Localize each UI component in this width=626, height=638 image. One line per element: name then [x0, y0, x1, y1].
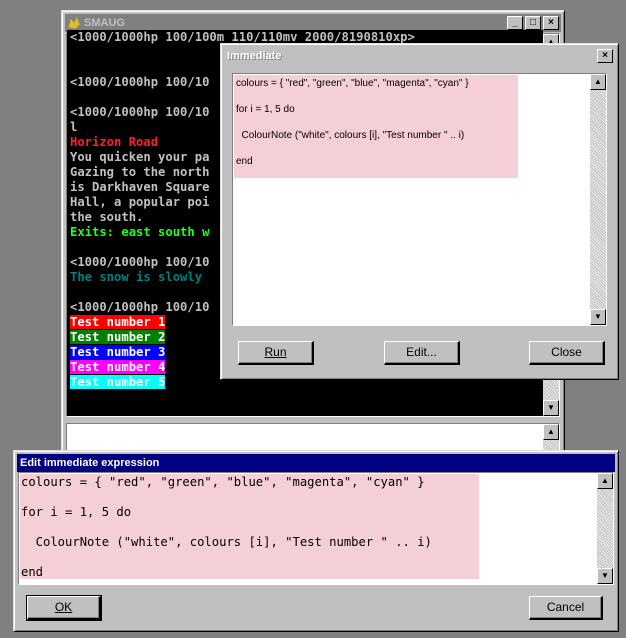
- test-number-text: Test number 5: [70, 375, 166, 389]
- code-line: colours = { "red", "green", "blue", "mag…: [21, 475, 425, 489]
- code-line: ColourNote ("white", colours [i], "Test …: [21, 535, 432, 549]
- edit-button[interactable]: Edit...: [384, 341, 460, 365]
- scroll-up-icon[interactable]: ▲: [590, 74, 606, 90]
- immediate-code: colours = { "red", "green", "blue", "mag…: [236, 77, 469, 181]
- close-button[interactable]: ×: [543, 16, 559, 30]
- edit-dialog-title: Edit immediate expression: [20, 457, 160, 469]
- test-number-text: Test number 4: [70, 360, 166, 374]
- cancel-button[interactable]: Cancel: [529, 596, 603, 620]
- scroll-down-icon[interactable]: ▼: [597, 568, 613, 584]
- code-line: end: [21, 565, 44, 579]
- minimize-button[interactable]: _: [507, 16, 523, 30]
- close-button[interactable]: ×: [597, 49, 613, 63]
- code-line: colours = { "red", "green", "blue", "mag…: [236, 78, 469, 89]
- command-input[interactable]: ▲: [66, 423, 560, 451]
- edit-dialog-titlebar[interactable]: Edit immediate expression: [17, 454, 615, 472]
- code-line: for i = 1, 5 do: [236, 104, 295, 115]
- run-button[interactable]: Run: [238, 341, 314, 365]
- immediate-titlebar[interactable]: Immediate ×: [224, 47, 615, 65]
- scroll-up-icon[interactable]: ▲: [597, 473, 613, 489]
- command-input-scrollbar[interactable]: ▲: [543, 424, 559, 450]
- dragon-icon: [68, 17, 80, 29]
- immediate-title: Immediate: [227, 50, 282, 62]
- code-line: ColourNote ("white", colours [i], "Test …: [236, 130, 465, 141]
- test-number-text: Test number 2: [70, 330, 166, 344]
- scroll-up-icon[interactable]: ▲: [543, 424, 559, 440]
- ok-button[interactable]: OK: [26, 595, 102, 621]
- test-number-text: Test number 1: [70, 315, 166, 329]
- code-line: end: [236, 156, 253, 167]
- smaug-title: SMAUG: [84, 17, 125, 29]
- maximize-button[interactable]: □: [525, 16, 541, 30]
- edit-scrollbar[interactable]: ▲ ▼: [597, 473, 613, 584]
- close-dialog-button[interactable]: Close: [529, 341, 605, 365]
- edit-code-area[interactable]: colours = { "red", "green", "blue", "mag…: [18, 472, 614, 585]
- immediate-scrollbar[interactable]: ▲ ▼: [590, 74, 606, 325]
- code-line: for i = 1, 5 do: [21, 505, 132, 519]
- scroll-down-icon[interactable]: ▼: [590, 309, 606, 325]
- immediate-window: Immediate × colours = { "red", "green", …: [220, 43, 619, 380]
- test-number-text: Test number 3: [70, 345, 166, 359]
- edit-expression-dialog: Edit immediate expression colours = { "r…: [13, 450, 619, 632]
- immediate-code-area[interactable]: colours = { "red", "green", "blue", "mag…: [232, 73, 607, 326]
- scroll-down-icon[interactable]: ▼: [543, 400, 559, 416]
- edit-code: colours = { "red", "green", "blue", "mag…: [21, 475, 432, 595]
